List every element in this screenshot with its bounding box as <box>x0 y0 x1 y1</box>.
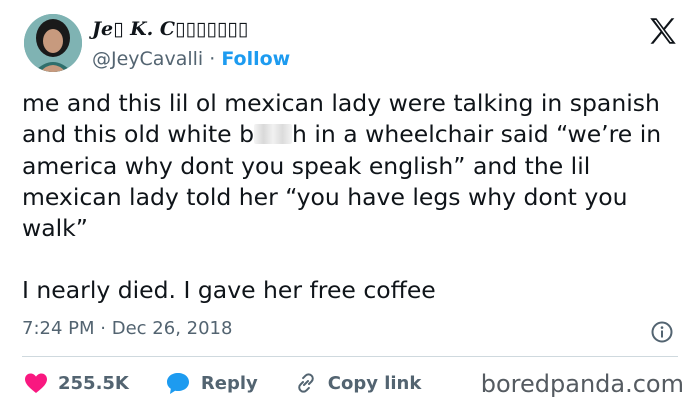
author-handle[interactable]: @JeyCavalli <box>92 48 203 70</box>
censor-blur <box>254 124 293 145</box>
tweet-paragraph-1: me and this lil ol mexican lady were tal… <box>22 88 682 244</box>
copy-link-button[interactable]: Copy link <box>294 371 422 395</box>
follow-button[interactable]: Follow <box>221 48 290 70</box>
reply-label: Reply <box>200 372 258 394</box>
link-icon <box>297 373 314 393</box>
author-display-name[interactable]: Je▯ K. C▯▯▯▯▯▯▯ <box>92 18 248 40</box>
copy-link-label: Copy link <box>327 372 422 394</box>
heart-icon <box>25 373 47 393</box>
timestamp-separator: · <box>100 318 106 339</box>
like-count: 255.5K <box>58 372 129 394</box>
tweet-text: me and this lil ol mexican lady were tal… <box>22 88 682 307</box>
action-bar: 255.5K Reply Copy link <box>24 370 457 396</box>
reply-button[interactable]: Reply <box>165 371 258 395</box>
divider <box>22 356 678 357</box>
tweet-time: 7:24 PM <box>22 318 95 339</box>
separator-dot: · <box>209 48 216 70</box>
reply-bubble-icon <box>166 373 189 394</box>
like-button[interactable]: 255.5K <box>24 372 129 394</box>
avatar[interactable] <box>24 14 82 72</box>
tweet-timestamp[interactable]: 7:24 PM · Dec 26, 2018 <box>22 318 232 339</box>
author-handle-row: @JeyCavalli · Follow <box>92 48 290 70</box>
info-icon[interactable] <box>650 320 674 344</box>
watermark: boredpanda.com <box>480 370 684 398</box>
x-logo-icon[interactable] <box>646 14 680 48</box>
avatar-image <box>24 14 82 72</box>
tweet-paragraph-2: I nearly died. I gave her free coffee <box>22 276 436 305</box>
tweet-date: Dec 26, 2018 <box>111 318 233 339</box>
